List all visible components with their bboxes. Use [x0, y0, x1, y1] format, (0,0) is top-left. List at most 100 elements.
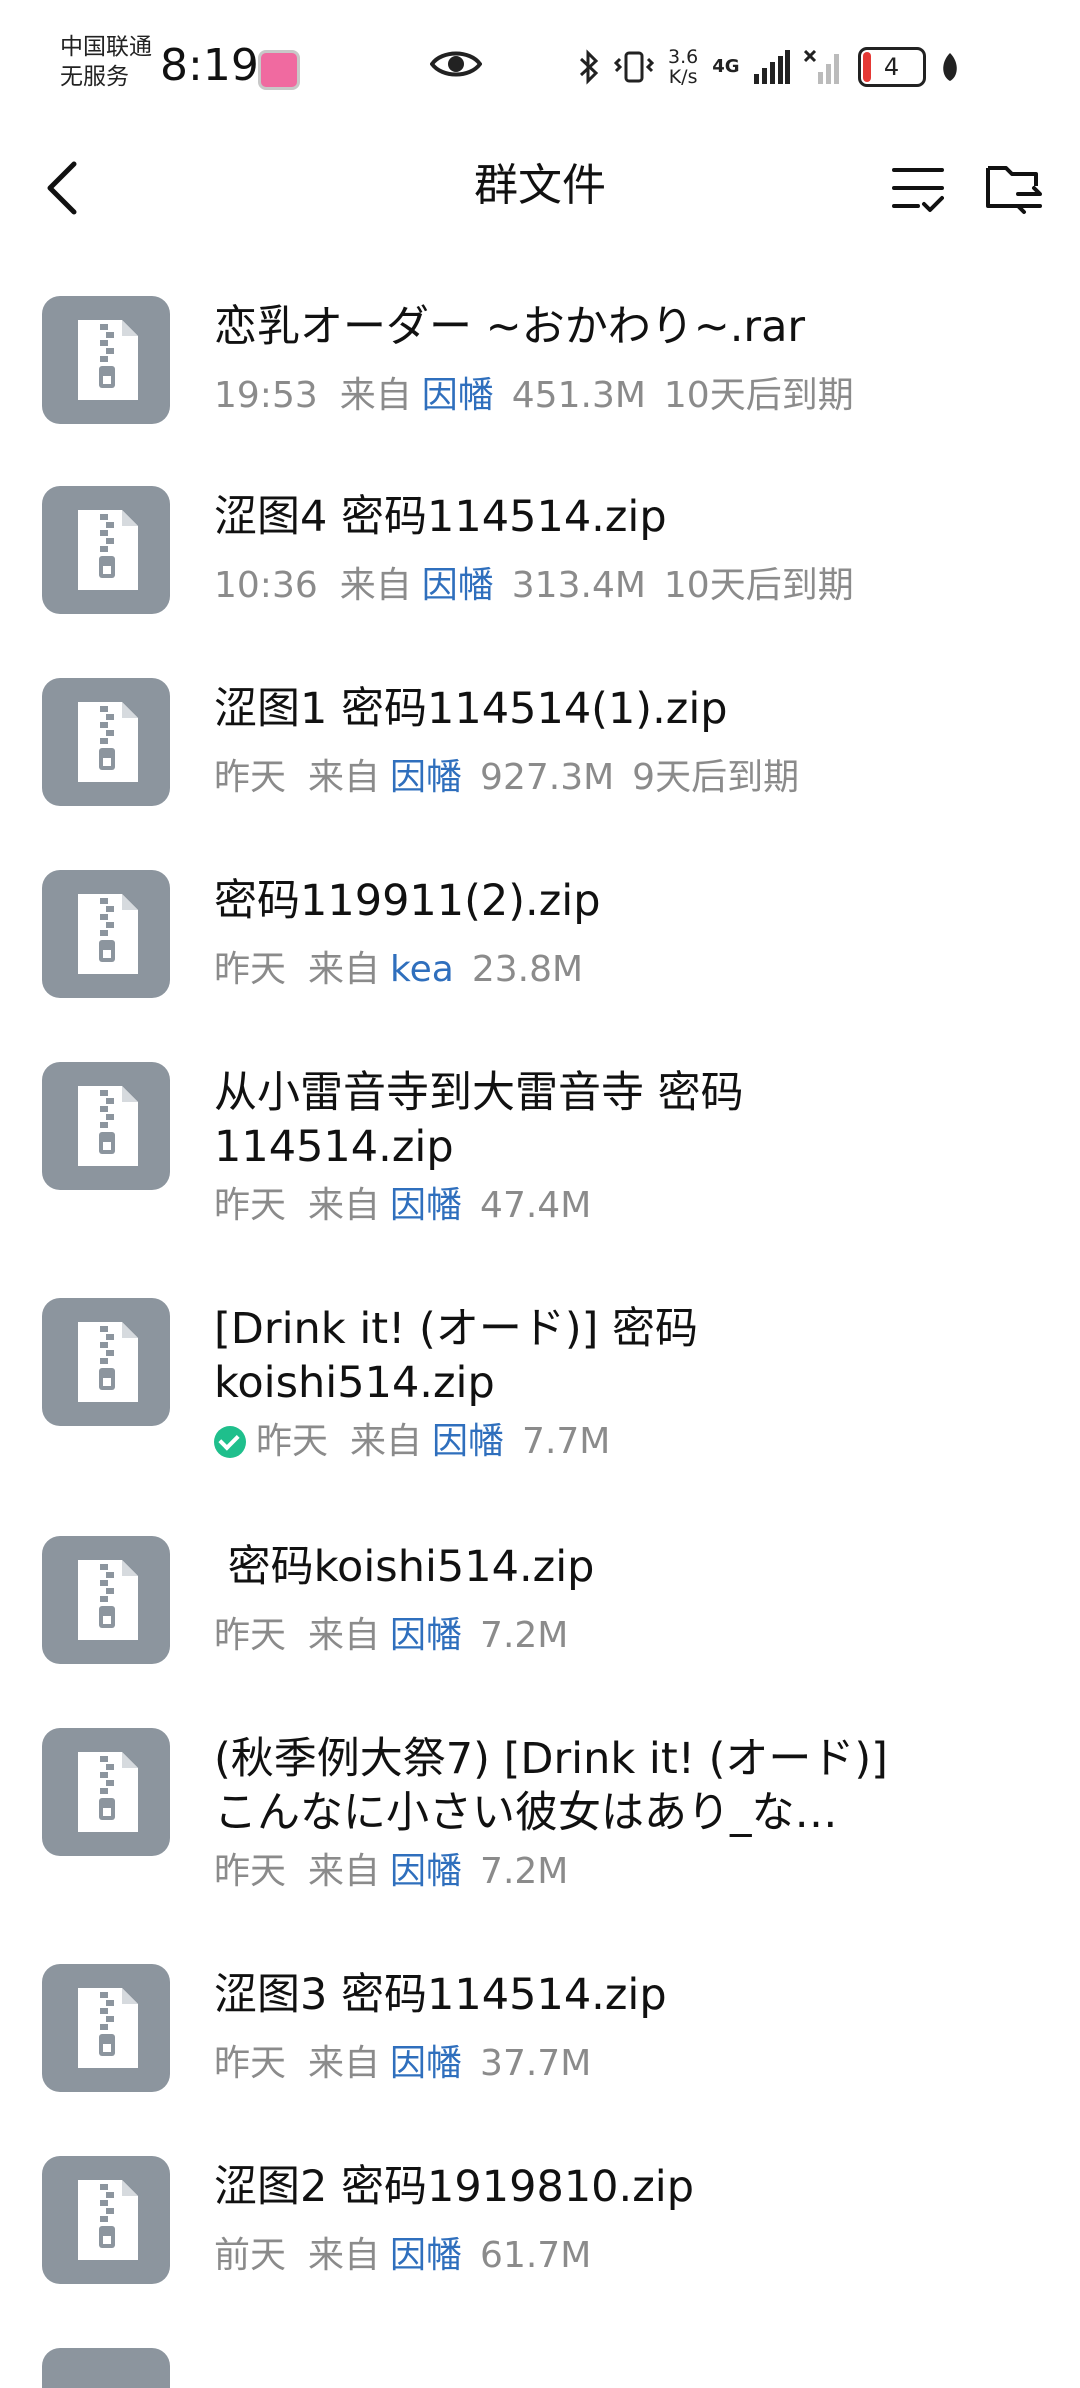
status-icons: 3.6 K/s 4G 4 — [578, 42, 960, 92]
file-from-label: 来自 — [308, 2043, 381, 2084]
carrier-name: 中国联通 — [60, 34, 152, 60]
file-size: 23.8M — [471, 949, 584, 990]
file-sender[interactable]: 因幡 — [390, 2040, 462, 2088]
file-from-label: 来自 — [308, 949, 381, 990]
zip-file-icon — [42, 1298, 170, 1426]
file-size: 451.3M — [511, 375, 646, 416]
file-meta: 昨天 来自 因幡 7.7M — [214, 1418, 610, 1466]
file-from-label: 来自 — [339, 565, 412, 606]
zip-file-icon — [42, 870, 170, 998]
file-time: 10:36 — [214, 565, 318, 606]
service-status: 无服务 — [60, 64, 129, 90]
carrier-info: 中国联通 无服务 — [60, 32, 152, 92]
file-from-label: 来自 — [339, 375, 412, 416]
file-name: 从小雷音寺到大雷音寺 密码114514.zip — [214, 1068, 744, 1172]
file-sender[interactable]: kea — [390, 946, 454, 994]
zip-file-icon — [42, 2156, 170, 2284]
zip-file-icon — [42, 1964, 170, 2092]
file-from-label: 来自 — [308, 757, 381, 798]
file-sender[interactable]: 因幡 — [390, 1612, 462, 1660]
signal-icon — [753, 50, 790, 84]
status-time: 8:19 — [160, 40, 259, 91]
file-name: 密码119911(2).zip — [214, 876, 601, 926]
file-size: 47.4M — [480, 1185, 592, 1226]
file-list-item[interactable]: (秋季例大祭7) [Drink it! (オード)] こんなに小さい彼女はあり_… — [0, 1682, 1080, 1918]
file-list-item[interactable]: 密码119911(2).zip 昨天 来自 kea 23.8M — [0, 824, 1080, 1016]
file-expiry: 9天后到期 — [632, 757, 800, 798]
file-time: 前天 — [214, 2235, 287, 2276]
file-from-label: 来自 — [308, 1185, 381, 1226]
file-name: [Drink it! (オード)] 密码koishi514.zip — [214, 1304, 699, 1408]
zip-file-icon — [42, 296, 170, 424]
file-from-label: 来自 — [308, 2235, 381, 2276]
file-name: 涩图2 密码1919810.zip — [214, 2162, 695, 2212]
file-time: 19:53 — [214, 375, 318, 416]
file-size: 7.2M — [480, 1851, 569, 1892]
file-meta: 前天 来自 因幡 61.7M — [214, 2232, 591, 2280]
sort-icon[interactable] — [892, 164, 944, 216]
file-sender[interactable]: 因幡 — [390, 1848, 462, 1896]
file-expiry: 10天后到期 — [663, 375, 854, 416]
bluetooth-icon — [579, 49, 599, 85]
file-time: 昨天 — [214, 1615, 287, 1656]
file-meta: 昨天 来自 因幡 37.7M — [214, 2040, 591, 2088]
file-list-item[interactable]: 涩图2 密码1919810.zip 前天 来自 因幡 61.7M — [0, 2110, 1080, 2302]
file-list-item[interactable]: 恋乳オーダー ~おかわり~.rar 19:53 来自 因幡 451.3M 10天… — [0, 250, 1080, 440]
downloaded-check-icon — [214, 1426, 246, 1458]
file-meta: 19:53 来自 因幡 451.3M 10天后到期 — [214, 372, 854, 420]
file-meta: 昨天 来自 kea 23.8M — [214, 946, 583, 994]
network-speed: 3.6 K/s — [668, 46, 699, 88]
file-name: (秋季例大祭7) [Drink it! (オード)] こんなに小さい彼女はあり_… — [214, 1734, 888, 1838]
file-list-item-partial[interactable] — [0, 2302, 1080, 2388]
battery-indicator: 4 — [857, 47, 926, 87]
file-size: 61.7M — [480, 2235, 592, 2276]
vibrate-icon — [614, 51, 654, 83]
zip-file-icon — [42, 2348, 170, 2388]
file-expiry: 10天后到期 — [663, 565, 854, 606]
folder-transfer-icon[interactable] — [984, 160, 1042, 216]
file-time: 昨天 — [214, 949, 287, 990]
zip-file-icon — [42, 486, 170, 614]
network-type: 4G — [712, 56, 740, 77]
file-name: 涩图4 密码114514.zip — [214, 492, 667, 542]
zip-file-icon — [42, 1728, 170, 1856]
file-sender[interactable]: 因幡 — [390, 1182, 462, 1230]
file-name: 涩图1 密码114514(1).zip — [214, 684, 728, 734]
file-sender[interactable]: 因幡 — [422, 562, 494, 610]
eye-comfort-icon — [430, 51, 482, 77]
file-list-item[interactable]: 涩图4 密码114514.zip 10:36 来自 因幡 313.4M 10天后… — [0, 440, 1080, 632]
file-from-label: 来自 — [308, 1851, 381, 1892]
file-name: 密码koishi514.zip — [214, 1542, 595, 1592]
file-name: 恋乳オーダー ~おかわり~.rar — [214, 302, 806, 352]
file-meta: 昨天 来自 因幡 47.4M — [214, 1182, 591, 1230]
file-time: 昨天 — [214, 757, 287, 798]
file-size: 927.3M — [480, 757, 615, 798]
file-size: 37.7M — [480, 2043, 592, 2084]
file-sender[interactable]: 因幡 — [432, 1418, 504, 1466]
file-from-label: 来自 — [350, 1421, 423, 1462]
file-time: 昨天 — [214, 1851, 287, 1892]
file-meta: 昨天 来自 因幡 7.2M — [214, 1848, 568, 1896]
power-saving-leaf-icon — [942, 53, 957, 81]
file-sender[interactable]: 因幡 — [390, 2232, 462, 2280]
file-sender[interactable]: 因幡 — [390, 754, 462, 802]
zip-file-icon — [42, 1536, 170, 1664]
status-bar: 中国联通 无服务 8:19 3.6 K/s 4G 4 — [0, 0, 1080, 130]
file-list-item[interactable]: 涩图1 密码114514(1).zip 昨天 来自 因幡 927.3M 9天后到… — [0, 632, 1080, 824]
no-signal-icon — [803, 50, 839, 84]
nav-header: 群文件 — [0, 130, 1080, 250]
file-list-item[interactable]: 密码koishi514.zip 昨天 来自 因幡 7.2M — [0, 1490, 1080, 1682]
file-time: 昨天 — [214, 2043, 287, 2084]
file-time: 昨天 — [214, 1185, 287, 1226]
file-list-item[interactable]: [Drink it! (オード)] 密码koishi514.zip 昨天 来自 … — [0, 1252, 1080, 1490]
file-meta: 10:36 来自 因幡 313.4M 10天后到期 — [214, 562, 854, 610]
file-sender[interactable]: 因幡 — [422, 372, 494, 420]
file-list[interactable]: 恋乳オーダー ~おかわり~.rar 19:53 来自 因幡 451.3M 10天… — [0, 250, 1080, 2388]
file-list-item[interactable]: 从小雷音寺到大雷音寺 密码114514.zip 昨天 来自 因幡 47.4M — [0, 1016, 1080, 1252]
file-list-item[interactable]: 涩图3 密码114514.zip 昨天 来自 因幡 37.7M — [0, 1918, 1080, 2110]
file-meta: 昨天 来自 因幡 7.2M — [214, 1612, 568, 1660]
file-size: 313.4M — [511, 565, 646, 606]
file-size: 7.7M — [522, 1421, 611, 1462]
file-name: 涩图3 密码114514.zip — [214, 1970, 667, 2020]
zip-file-icon — [42, 1062, 170, 1190]
